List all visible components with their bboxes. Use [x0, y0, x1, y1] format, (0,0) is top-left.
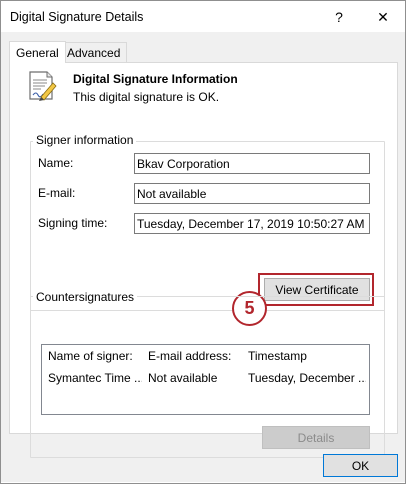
signature-status-text: This digital signature is OK. [73, 90, 220, 104]
list-header-row: Name of signer: E-mail address: Timestam… [42, 349, 369, 369]
tab-general[interactable]: General [9, 41, 66, 63]
dialog-body: General Advanced Digital Signature Infor… [1, 32, 405, 482]
title-bar: Digital Signature Details ? ✕ [1, 1, 405, 33]
countersignatures-label: Countersignatures [33, 290, 138, 304]
close-button[interactable]: ✕ [361, 1, 405, 33]
countersignatures-list[interactable]: Name of signer: E-mail address: Timestam… [41, 344, 370, 415]
name-label: Name: [38, 156, 74, 170]
certificate-document-icon [29, 71, 57, 101]
window-title: Digital Signature Details [10, 10, 144, 24]
help-button[interactable]: ? [317, 1, 361, 33]
tab-advanced[interactable]: Advanced [60, 42, 128, 62]
details-button[interactable]: Details [262, 426, 370, 449]
list-item-email: Not available [148, 371, 218, 385]
column-header-name-of-signer[interactable]: Name of signer: [48, 349, 142, 363]
signing-time-field[interactable]: Tuesday, December 17, 2019 10:50:27 AM [134, 213, 370, 234]
email-label: E-mail: [38, 186, 76, 200]
signer-information-label: Signer information [33, 133, 137, 147]
signature-info-title: Digital Signature Information [73, 72, 238, 86]
column-header-timestamp[interactable]: Timestamp [248, 349, 366, 363]
email-field[interactable]: Not available [134, 183, 370, 204]
close-icon: ✕ [377, 8, 389, 25]
help-icon: ? [335, 9, 343, 25]
ok-button[interactable]: OK [323, 454, 398, 477]
list-item[interactable]: Symantec Time ... Not available Tuesday,… [42, 371, 369, 391]
column-header-email-address[interactable]: E-mail address: [148, 349, 244, 363]
name-field[interactable]: Bkav Corporation [134, 153, 370, 174]
list-item-signer-name: Symantec Time ... [48, 371, 142, 385]
list-item-timestamp: Tuesday, December ... [248, 371, 366, 385]
signing-time-label: Signing time: [38, 216, 108, 230]
